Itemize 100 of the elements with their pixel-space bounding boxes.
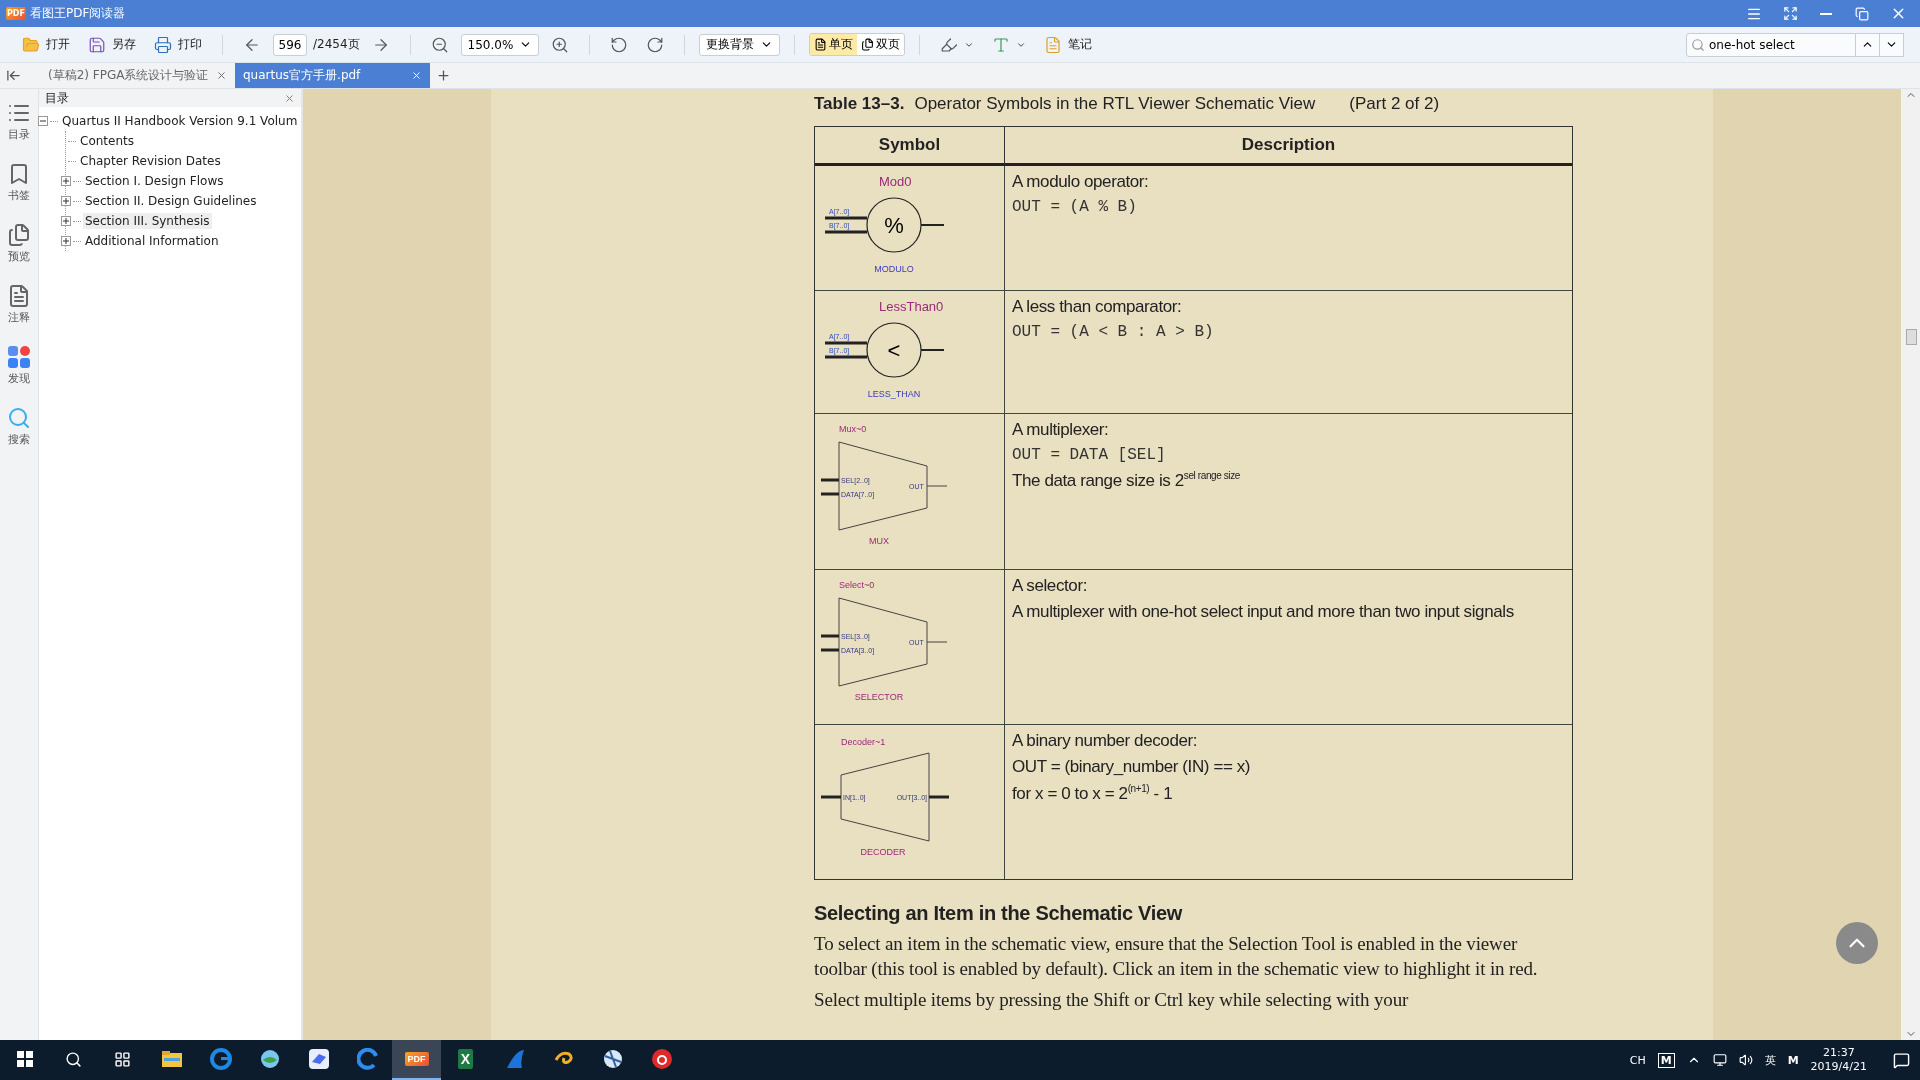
- sidebar-item[interactable]: 书签: [7, 162, 31, 203]
- ime-badge[interactable]: M: [1787, 1053, 1799, 1067]
- outline-item[interactable]: Additional Information: [83, 233, 221, 249]
- browser-icon: [209, 1048, 232, 1070]
- view-mode-button[interactable]: 单页: [810, 34, 858, 55]
- app-logo: PDF: [6, 7, 26, 20]
- printer-icon: [154, 35, 172, 54]
- zoom-dropdown[interactable]: 150.0%: [460, 33, 540, 56]
- spreadsheet-app-icon: X: [457, 1049, 474, 1069]
- paragraph: Select multiple items by pressing the Shift or Ctrl key while selecting with your: [814, 988, 1410, 1012]
- ime-badge[interactable]: M: [1657, 1052, 1675, 1068]
- document-tab[interactable]: (草稿2) FPGA系统设计与验证: [40, 63, 235, 88]
- globe-icon: [258, 1048, 281, 1070]
- description-text: A modulo operator:: [1012, 172, 1150, 192]
- taskbar-app[interactable]: X: [441, 1040, 490, 1080]
- formula: OUT = DATA [SEL]: [1012, 446, 1167, 464]
- double-page-icon: [861, 38, 875, 51]
- description-text: The data range size is 2$^{sel range size}$: [1012, 470, 1241, 491]
- clock[interactable]: 21:37 2019/4/21: [1810, 1046, 1867, 1074]
- sidebar-item[interactable]: 预览: [7, 223, 31, 264]
- rotate-right-icon: [646, 35, 665, 54]
- next-match-button[interactable]: [1880, 32, 1904, 57]
- close-icon: [411, 70, 422, 81]
- input-method[interactable]: 英: [1764, 1052, 1776, 1068]
- outline-item[interactable]: Section II. Design Guidelines: [83, 193, 259, 209]
- keyboard-layout[interactable]: CH: [1629, 1053, 1646, 1067]
- symbol-type: SELECTOR: [854, 692, 904, 702]
- note-icon: [1044, 35, 1063, 54]
- outline-item[interactable]: Section I. Design Flows: [83, 173, 226, 189]
- search-icon: [1691, 37, 1705, 52]
- page-total: /2454页: [313, 36, 360, 53]
- volume-icon[interactable]: [1738, 1053, 1753, 1067]
- background-dropdown[interactable]: 更换背景: [699, 33, 781, 56]
- browser-icon: [356, 1048, 379, 1070]
- window-title: 看图王PDF阅读器: [29, 5, 127, 22]
- pages-icon: [7, 223, 31, 247]
- symbol-name: LessThan0: [879, 299, 944, 314]
- zoom-out-icon: [430, 35, 449, 54]
- single-page-icon: [814, 38, 828, 51]
- paragraph: To select an item in the schematic view, ensure that the Selection Tool is enabled in the viewer toolbar (this tool is enabled by default). Click an item in the schematic view to highlight it in red.: [814, 932, 1539, 981]
- open-button[interactable]: 打开: [16, 33, 76, 56]
- folder-icon: [22, 35, 40, 54]
- sidebar-item[interactable]: 目录: [7, 101, 31, 142]
- save-icon: [88, 35, 106, 54]
- search-field[interactable]: one-hot select: [1686, 32, 1856, 57]
- symbol-name: Decoder~1: [841, 737, 886, 747]
- highlighter-icon: [940, 35, 959, 54]
- rotate-left-icon: [610, 35, 629, 54]
- collapse-icon: [6, 68, 21, 83]
- print-button[interactable]: 打印: [148, 33, 208, 56]
- globe-icon: [601, 1048, 624, 1070]
- scrollbar-thumb[interactable]: [1906, 329, 1917, 345]
- sidebar-item[interactable]: 注释: [7, 284, 31, 325]
- sidebar-item[interactable]: 搜索: [7, 406, 31, 447]
- description-text: OUT = (binary_number (IN) == x): [1012, 757, 1252, 777]
- previous-match-button[interactable]: [1856, 32, 1880, 57]
- panel-title: 目录: [45, 89, 69, 107]
- expand-icon[interactable]: [61, 216, 71, 226]
- expand-icon: [1782, 6, 1798, 21]
- plus-icon: [436, 68, 451, 83]
- page-number-field[interactable]: 596: [273, 33, 307, 56]
- symbol-type: MODULO: [874, 264, 914, 274]
- symbol-type: MUX: [869, 536, 889, 546]
- outline-item[interactable]: Section III. Synthesis: [83, 213, 212, 229]
- close-icon[interactable]: [284, 92, 295, 104]
- view-mode-button[interactable]: 双页: [857, 34, 905, 55]
- symbol-type: LESS_THAN: [867, 389, 921, 399]
- search-icon: [65, 1050, 82, 1068]
- description-text: A selector:: [1012, 576, 1088, 596]
- outline-item[interactable]: Quartus II Handbook Version 9.1 Volum: [60, 113, 300, 129]
- operator-label: <: [887, 338, 901, 363]
- scroll-to-top-button[interactable]: [1836, 922, 1878, 964]
- table-title: Operator Symbols in the RTL Viewer Schematic View: [914, 94, 1316, 114]
- formula: OUT = (A < B : A > B): [1012, 323, 1215, 341]
- task-view-icon: [114, 1050, 131, 1068]
- expand-icon[interactable]: [61, 176, 71, 186]
- outline-item[interactable]: Contents: [78, 133, 136, 149]
- text-icon: [992, 35, 1011, 54]
- symbol-name: Mod0: [879, 174, 912, 189]
- apps-icon: [7, 345, 31, 369]
- network-icon[interactable]: [1712, 1053, 1727, 1067]
- save-as-button[interactable]: 另存: [82, 33, 142, 56]
- note-icon: [7, 284, 31, 308]
- expand-icon[interactable]: [61, 236, 71, 246]
- folder-icon: [160, 1050, 183, 1068]
- table-number: Table 13–3.: [814, 94, 905, 114]
- symbol-type: DECODER: [860, 847, 906, 857]
- expand-icon[interactable]: [61, 196, 71, 206]
- document-tab[interactable]: quartus官方手册.pdf: [235, 63, 430, 88]
- sidebar-item[interactable]: 发现: [7, 345, 31, 386]
- description-text: A less than comparator:: [1012, 297, 1183, 317]
- collapse-icon[interactable]: [38, 116, 48, 126]
- search-icon: [7, 406, 31, 430]
- notes-button[interactable]: 笔记: [1038, 33, 1099, 56]
- symbol-name: Select~0: [839, 580, 875, 590]
- outline-item[interactable]: Chapter Revision Dates: [78, 153, 223, 169]
- zoom-in-icon: [551, 35, 570, 54]
- column-header: Description: [1004, 127, 1572, 166]
- symbol-name: Mux~0: [839, 424, 867, 434]
- notifications-icon[interactable]: [1893, 1051, 1910, 1069]
